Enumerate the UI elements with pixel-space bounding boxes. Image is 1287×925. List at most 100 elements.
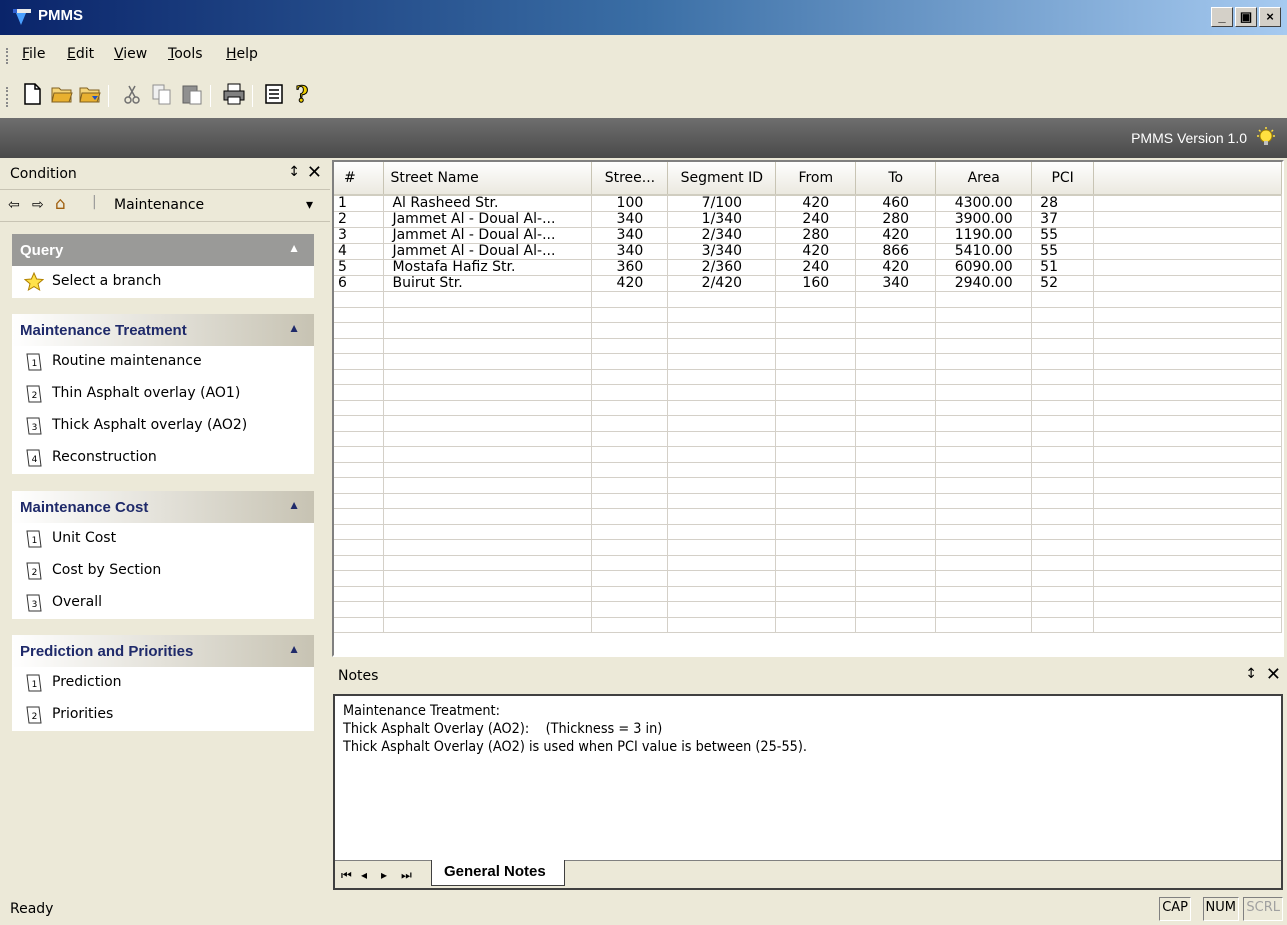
table-cell[interactable]: [383, 369, 593, 385]
menu-edit[interactable]: Edit: [67, 46, 94, 62]
table-cell[interactable]: [775, 307, 857, 323]
group-header-query[interactable]: Query ▲: [12, 234, 314, 266]
nav-current-section[interactable]: Maintenance: [114, 197, 204, 213]
table-cell[interactable]: [1093, 508, 1282, 525]
table-cell[interactable]: [591, 493, 669, 509]
tab-general-notes[interactable]: General Notes: [431, 860, 565, 886]
table-cell[interactable]: [591, 400, 669, 416]
table-cell[interactable]: [667, 477, 777, 494]
table-cell[interactable]: [1031, 353, 1095, 370]
table-cell[interactable]: [383, 353, 593, 370]
table-cell[interactable]: [383, 384, 593, 401]
table-cell[interactable]: [591, 555, 669, 571]
table-cell[interactable]: Buirut Str.: [383, 275, 593, 292]
table-cell[interactable]: [1031, 586, 1095, 602]
table-cell[interactable]: [591, 291, 669, 308]
table-cell[interactable]: [1093, 586, 1282, 602]
table-cell[interactable]: [855, 384, 937, 401]
table-cell[interactable]: [383, 446, 593, 463]
table-cell[interactable]: [1093, 539, 1282, 556]
table-cell[interactable]: [667, 415, 777, 432]
table-cell[interactable]: [591, 446, 669, 463]
table-cell[interactable]: [775, 555, 857, 571]
next-tab-icon[interactable]: ▸: [381, 868, 387, 882]
table-cell[interactable]: [667, 617, 777, 633]
group-header-maintenance-treatment[interactable]: Maintenance Treatment ▲: [12, 314, 314, 346]
table-cell[interactable]: 420: [855, 227, 937, 244]
table-cell[interactable]: [667, 570, 777, 587]
table-cell[interactable]: [1031, 322, 1095, 339]
table-cell[interactable]: [334, 524, 385, 540]
table-cell[interactable]: [855, 291, 937, 308]
table-row[interactable]: 4 Jammet Al - Doual Al-... 340 3/340 420 866 5…: [334, 243, 1282, 260]
table-cell[interactable]: 55: [1031, 243, 1095, 260]
table-cell[interactable]: [1093, 211, 1282, 228]
table-cell[interactable]: 2/420: [667, 275, 777, 292]
table-cell[interactable]: [1031, 493, 1095, 509]
table-cell[interactable]: [383, 601, 593, 618]
table-cell[interactable]: [667, 353, 777, 370]
menu-file[interactable]: File: [22, 46, 45, 62]
table-cell[interactable]: 37: [1031, 211, 1095, 228]
table-row[interactable]: 3 Jammet Al - Doual Al-... 340 2/340 280 420 1…: [334, 227, 1282, 244]
table-cell[interactable]: 460: [855, 195, 937, 212]
table-cell[interactable]: [855, 477, 937, 494]
table-cell[interactable]: [591, 570, 669, 587]
table-cell[interactable]: 28: [1031, 195, 1095, 212]
table-cell[interactable]: Jammet Al - Doual Al-...: [383, 227, 593, 244]
table-cell[interactable]: [334, 338, 385, 354]
table-cell[interactable]: [775, 353, 857, 370]
table-cell[interactable]: [855, 555, 937, 571]
table-cell[interactable]: [935, 601, 1033, 618]
group-header-prediction-priorities[interactable]: Prediction and Priorities ▲: [12, 635, 314, 667]
table-cell[interactable]: [935, 446, 1033, 463]
table-cell[interactable]: 7/100: [667, 195, 777, 212]
table-cell[interactable]: [935, 493, 1033, 509]
table-cell[interactable]: [935, 307, 1033, 323]
table-cell[interactable]: [775, 570, 857, 587]
table-cell[interactable]: 420: [855, 259, 937, 276]
table-cell[interactable]: [1031, 555, 1095, 571]
table-row[interactable]: 6 Buirut Str. 420 2/420 160 340 2940.00 52: [334, 275, 1282, 292]
table-cell[interactable]: [935, 617, 1033, 633]
table-cell[interactable]: 3900.00: [935, 211, 1033, 228]
table-cell[interactable]: [935, 555, 1033, 571]
table-cell[interactable]: [667, 322, 777, 339]
table-cell[interactable]: 55: [1031, 227, 1095, 244]
print-icon[interactable]: [222, 82, 246, 106]
table-cell[interactable]: [775, 462, 857, 478]
table-cell[interactable]: 2/360: [667, 259, 777, 276]
table-cell[interactable]: 160: [775, 275, 857, 292]
menu-tools[interactable]: Tools: [168, 46, 203, 62]
table-cell[interactable]: [935, 508, 1033, 525]
table-cell[interactable]: 51: [1031, 259, 1095, 276]
table-cell[interactable]: [591, 431, 669, 447]
table-cell[interactable]: [855, 570, 937, 587]
table-cell[interactable]: [334, 601, 385, 618]
table-cell[interactable]: [667, 539, 777, 556]
table-cell[interactable]: [855, 322, 937, 339]
table-cell[interactable]: [855, 353, 937, 370]
open-folder-icon[interactable]: [50, 82, 74, 106]
item-thin-asphalt-overlay[interactable]: 2 Thin Asphalt overlay (AO1): [12, 378, 314, 410]
table-cell[interactable]: [1031, 369, 1095, 385]
table-cell[interactable]: [855, 338, 937, 354]
table-cell[interactable]: [383, 539, 593, 556]
menu-view[interactable]: View: [114, 46, 147, 62]
table-cell[interactable]: [383, 570, 593, 587]
close-window-button[interactable]: ×: [1259, 7, 1281, 27]
table-cell[interactable]: [1031, 539, 1095, 556]
table-cell[interactable]: [1093, 570, 1282, 587]
item-reconstruction[interactable]: 4 Reconstruction: [12, 442, 314, 474]
table-cell[interactable]: [334, 508, 385, 525]
table-cell[interactable]: [855, 586, 937, 602]
table-cell[interactable]: [383, 338, 593, 354]
item-priorities[interactable]: 2 Priorities: [12, 699, 314, 731]
table-cell[interactable]: [935, 570, 1033, 587]
table-cell[interactable]: [1031, 307, 1095, 323]
table-cell[interactable]: [591, 322, 669, 339]
table-cell[interactable]: [775, 586, 857, 602]
table-cell[interactable]: [667, 555, 777, 571]
cut-icon[interactable]: [120, 82, 144, 106]
pin-icon[interactable]: ↕: [1245, 666, 1257, 682]
